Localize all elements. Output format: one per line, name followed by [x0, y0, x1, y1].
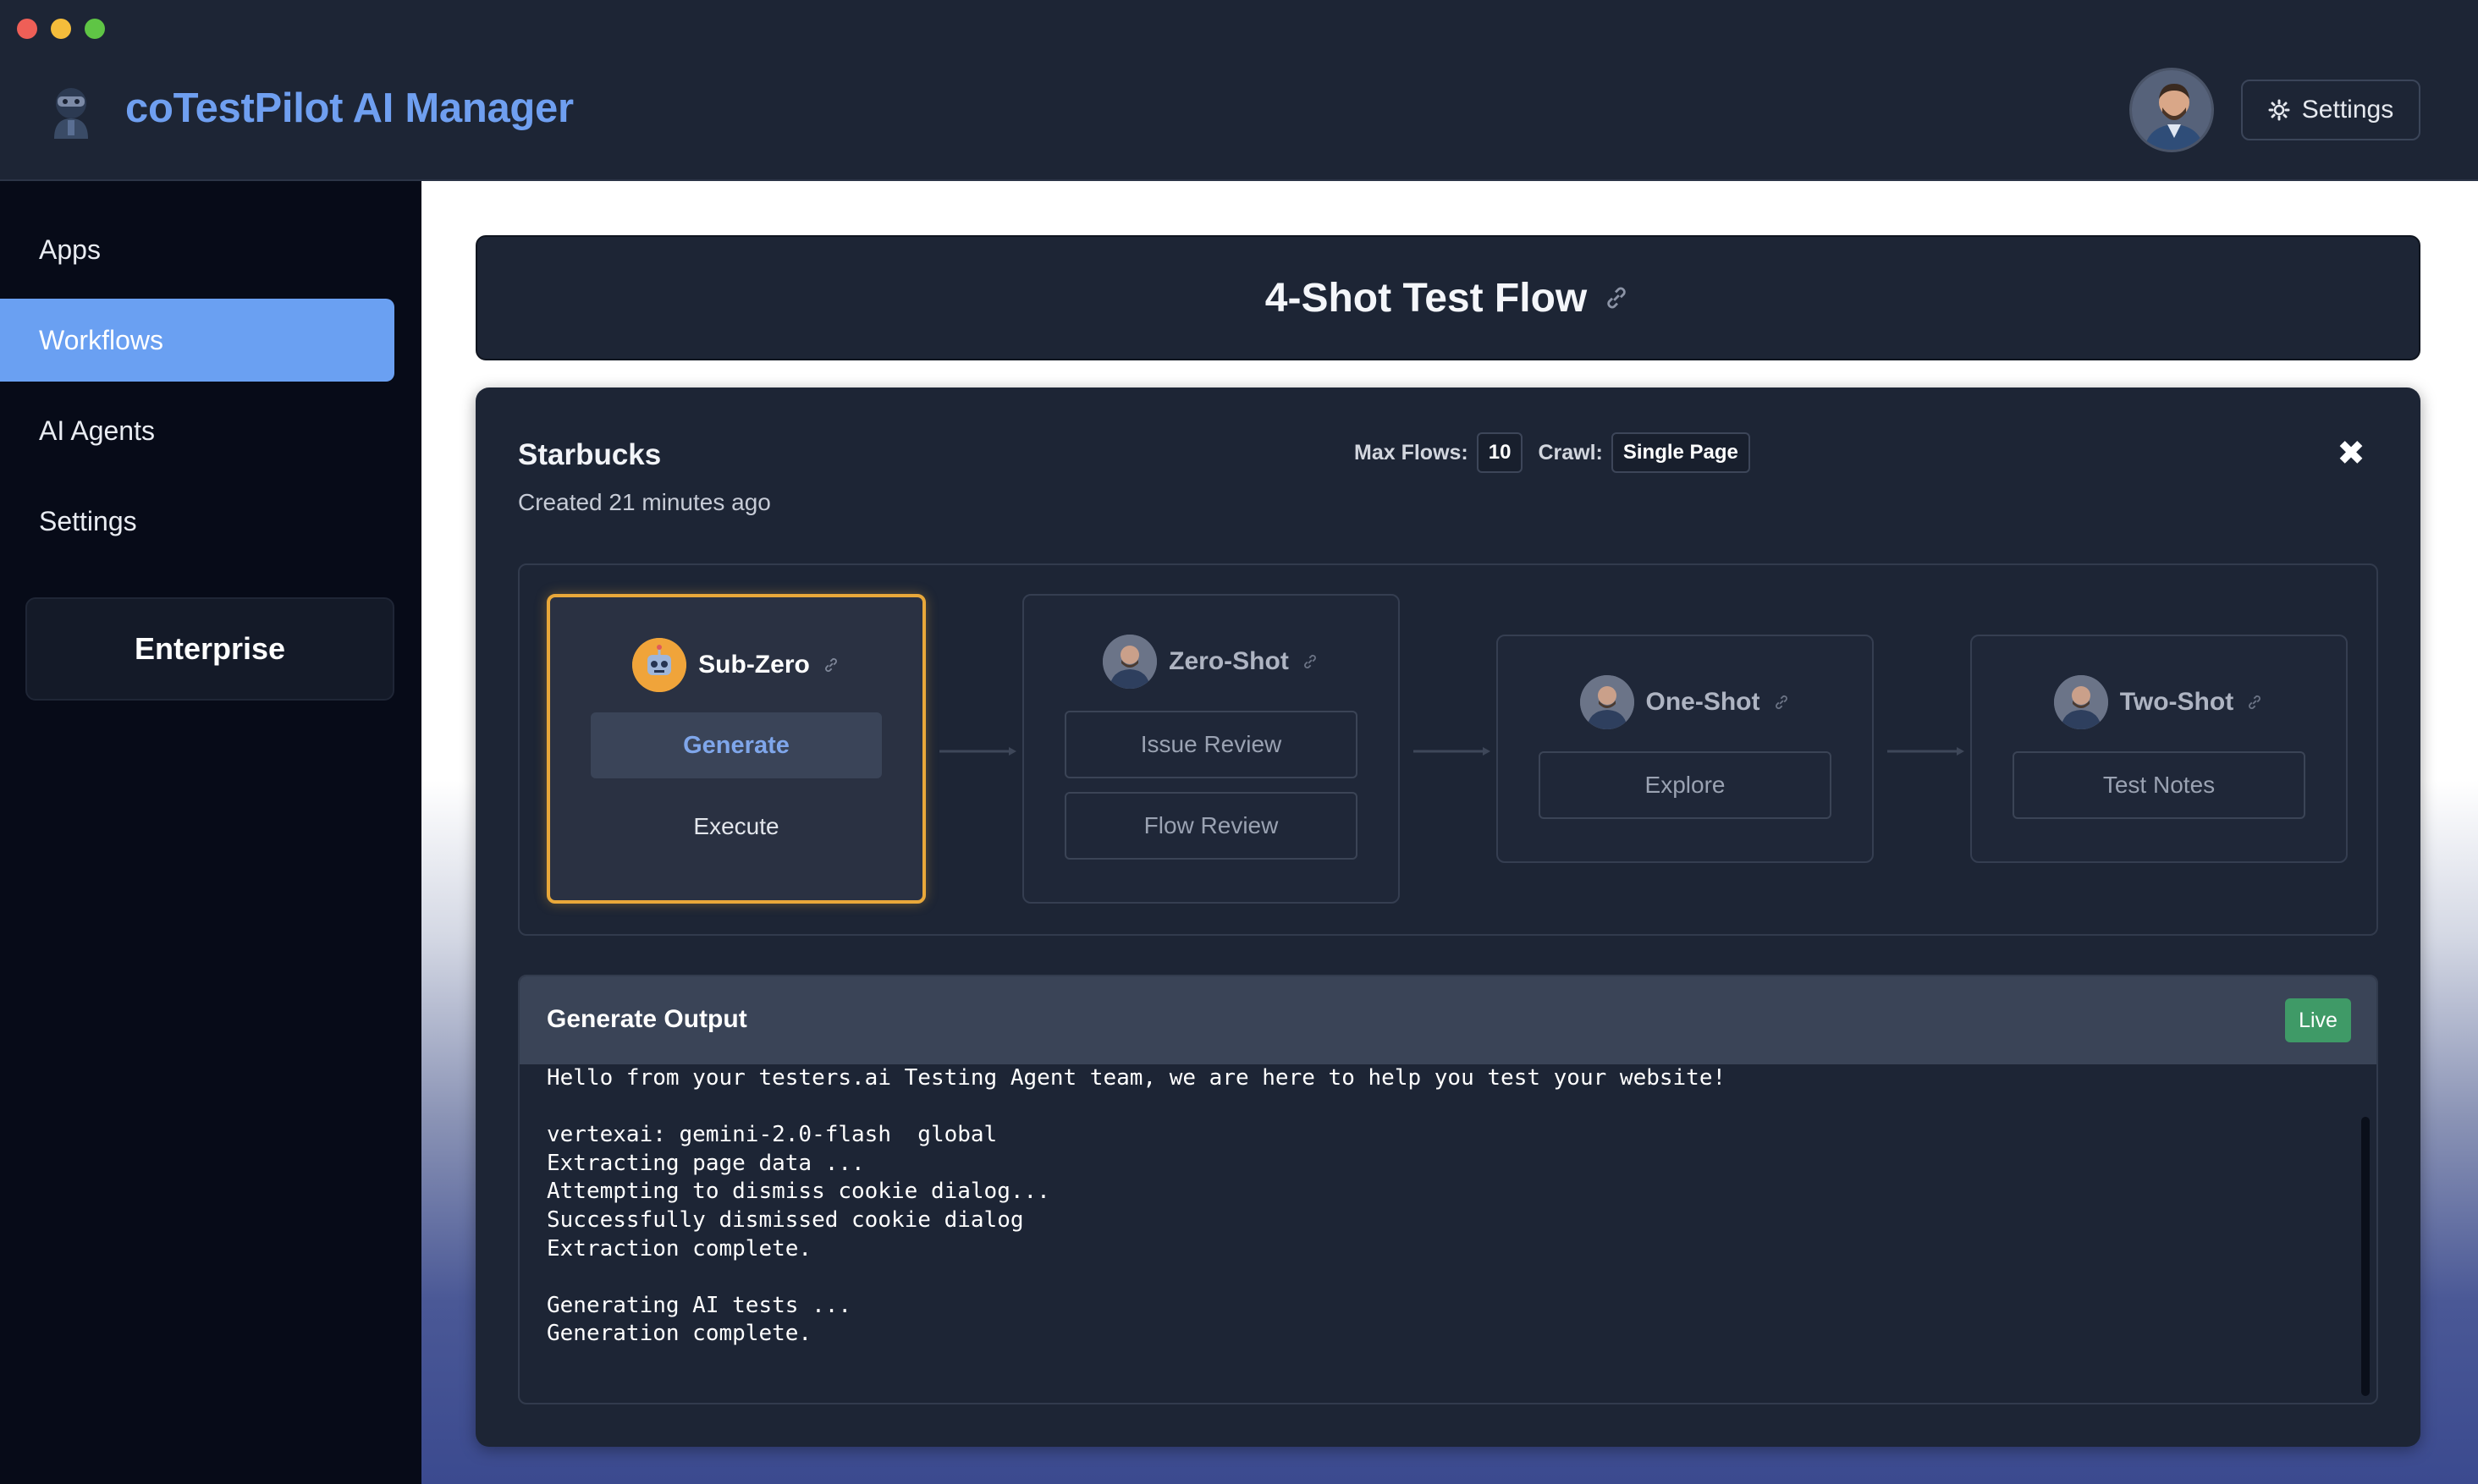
- flow-title-bar: 4-Shot Test Flow: [476, 235, 2420, 360]
- node-header: One-Shot: [1498, 675, 1872, 729]
- sidebar: Apps Workflows AI Agents Settings Enterp…: [0, 181, 421, 1484]
- generate-button[interactable]: Generate: [591, 712, 882, 778]
- output-header: Generate Output Live: [520, 976, 2376, 1064]
- app-title: coTestPilot AI Manager: [125, 85, 574, 131]
- flow-meta: Max Flows: 10 Crawl: Single Page: [1354, 431, 1750, 474]
- max-flows-value[interactable]: 10: [1476, 432, 1523, 473]
- link-icon[interactable]: [1772, 693, 1791, 712]
- execute-button[interactable]: Execute: [591, 794, 882, 860]
- node-header: Sub-Zero: [550, 638, 922, 692]
- log-line: Extraction complete.: [547, 1235, 812, 1261]
- status-badge: Live: [2285, 998, 2351, 1042]
- user-avatar[interactable]: [2129, 68, 2214, 152]
- sidebar-item-ai-agents[interactable]: AI Agents: [0, 389, 394, 472]
- link-icon[interactable]: [1301, 652, 1319, 671]
- log-line: Generating AI tests ...: [547, 1292, 852, 1318]
- close-icon[interactable]: ✖: [2334, 437, 2368, 470]
- link-icon[interactable]: [1602, 283, 1631, 312]
- flow-title: 4-Shot Test Flow: [1264, 275, 1588, 321]
- node-name: One-Shot: [1645, 688, 1760, 716]
- crawl-value[interactable]: Single Page: [1611, 432, 1750, 473]
- settings-button[interactable]: Settings: [2241, 80, 2420, 140]
- sidebar-item-label: Settings: [39, 505, 137, 536]
- max-flows-label: Max Flows:: [1354, 440, 1468, 464]
- link-icon[interactable]: [2245, 693, 2264, 712]
- node-name: Sub-Zero: [698, 651, 810, 679]
- arrow-right-icon: [1413, 747, 1490, 756]
- settings-button-label: Settings: [2301, 96, 2394, 124]
- agent-avatar: [1103, 635, 1158, 689]
- log-line: Hello from your testers.ai Testing Agent…: [547, 1065, 1726, 1091]
- sidebar-item-workflows[interactable]: Workflows: [0, 299, 394, 382]
- arrow-right-icon: [1887, 747, 1964, 756]
- log-line: Extracting page data ...: [547, 1150, 865, 1176]
- project-name: Starbucks: [518, 438, 662, 471]
- flow-review-button[interactable]: Flow Review: [1065, 792, 1357, 860]
- sidebar-item-label: Workflows: [39, 324, 163, 355]
- crawl-label: Crawl:: [1538, 440, 1603, 464]
- created-time: Created 21 minutes ago: [518, 489, 771, 515]
- node-name: Two-Shot: [2119, 688, 2234, 716]
- output-log[interactable]: Hello from your testers.ai Testing Agent…: [547, 1064, 2324, 1349]
- log-line: Attempting to dismiss cookie dialog...: [547, 1179, 1050, 1205]
- robot-icon: [54, 88, 88, 139]
- issue-review-button[interactable]: Issue Review: [1065, 711, 1357, 778]
- enterprise-button[interactable]: Enterprise: [25, 597, 394, 701]
- node-header: Zero-Shot: [1024, 635, 1398, 689]
- sidebar-item-label: AI Agents: [39, 415, 155, 446]
- maximize-window-button[interactable]: [85, 19, 105, 39]
- node-header: Two-Shot: [1972, 675, 2346, 729]
- agent-avatar: [1579, 675, 1634, 729]
- log-line: Generation complete.: [547, 1321, 812, 1347]
- log-line: Successfully dismissed cookie dialog: [547, 1206, 1024, 1233]
- gear-icon: [2268, 99, 2290, 121]
- sidebar-item-apps[interactable]: Apps: [0, 208, 394, 291]
- agent-avatar: [2053, 675, 2108, 729]
- log-line: vertexai: gemini-2.0-flash global: [547, 1122, 998, 1148]
- sidebar-item-settings[interactable]: Settings: [0, 480, 394, 563]
- link-icon[interactable]: [822, 656, 840, 674]
- close-window-button[interactable]: [17, 19, 37, 39]
- node-one-shot[interactable]: One-Shot: [1496, 635, 1874, 863]
- robot-icon: [632, 638, 687, 692]
- test-notes-button[interactable]: Test Notes: [2013, 751, 2305, 819]
- output-scrollbar[interactable]: [2361, 1117, 2370, 1396]
- app-header: coTestPilot AI Manager Settings: [0, 0, 2478, 181]
- node-name: Zero-Shot: [1169, 647, 1289, 675]
- explore-button[interactable]: Explore: [1539, 751, 1831, 819]
- arrow-right-icon: [939, 747, 1016, 756]
- output-panel: Generate Output Live Hello from your tes…: [518, 975, 2378, 1404]
- output-title: Generate Output: [547, 1005, 747, 1033]
- node-two-shot[interactable]: Two-Shot: [1970, 635, 2348, 863]
- minimize-window-button[interactable]: [51, 19, 71, 39]
- sidebar-item-label: Apps: [39, 234, 101, 265]
